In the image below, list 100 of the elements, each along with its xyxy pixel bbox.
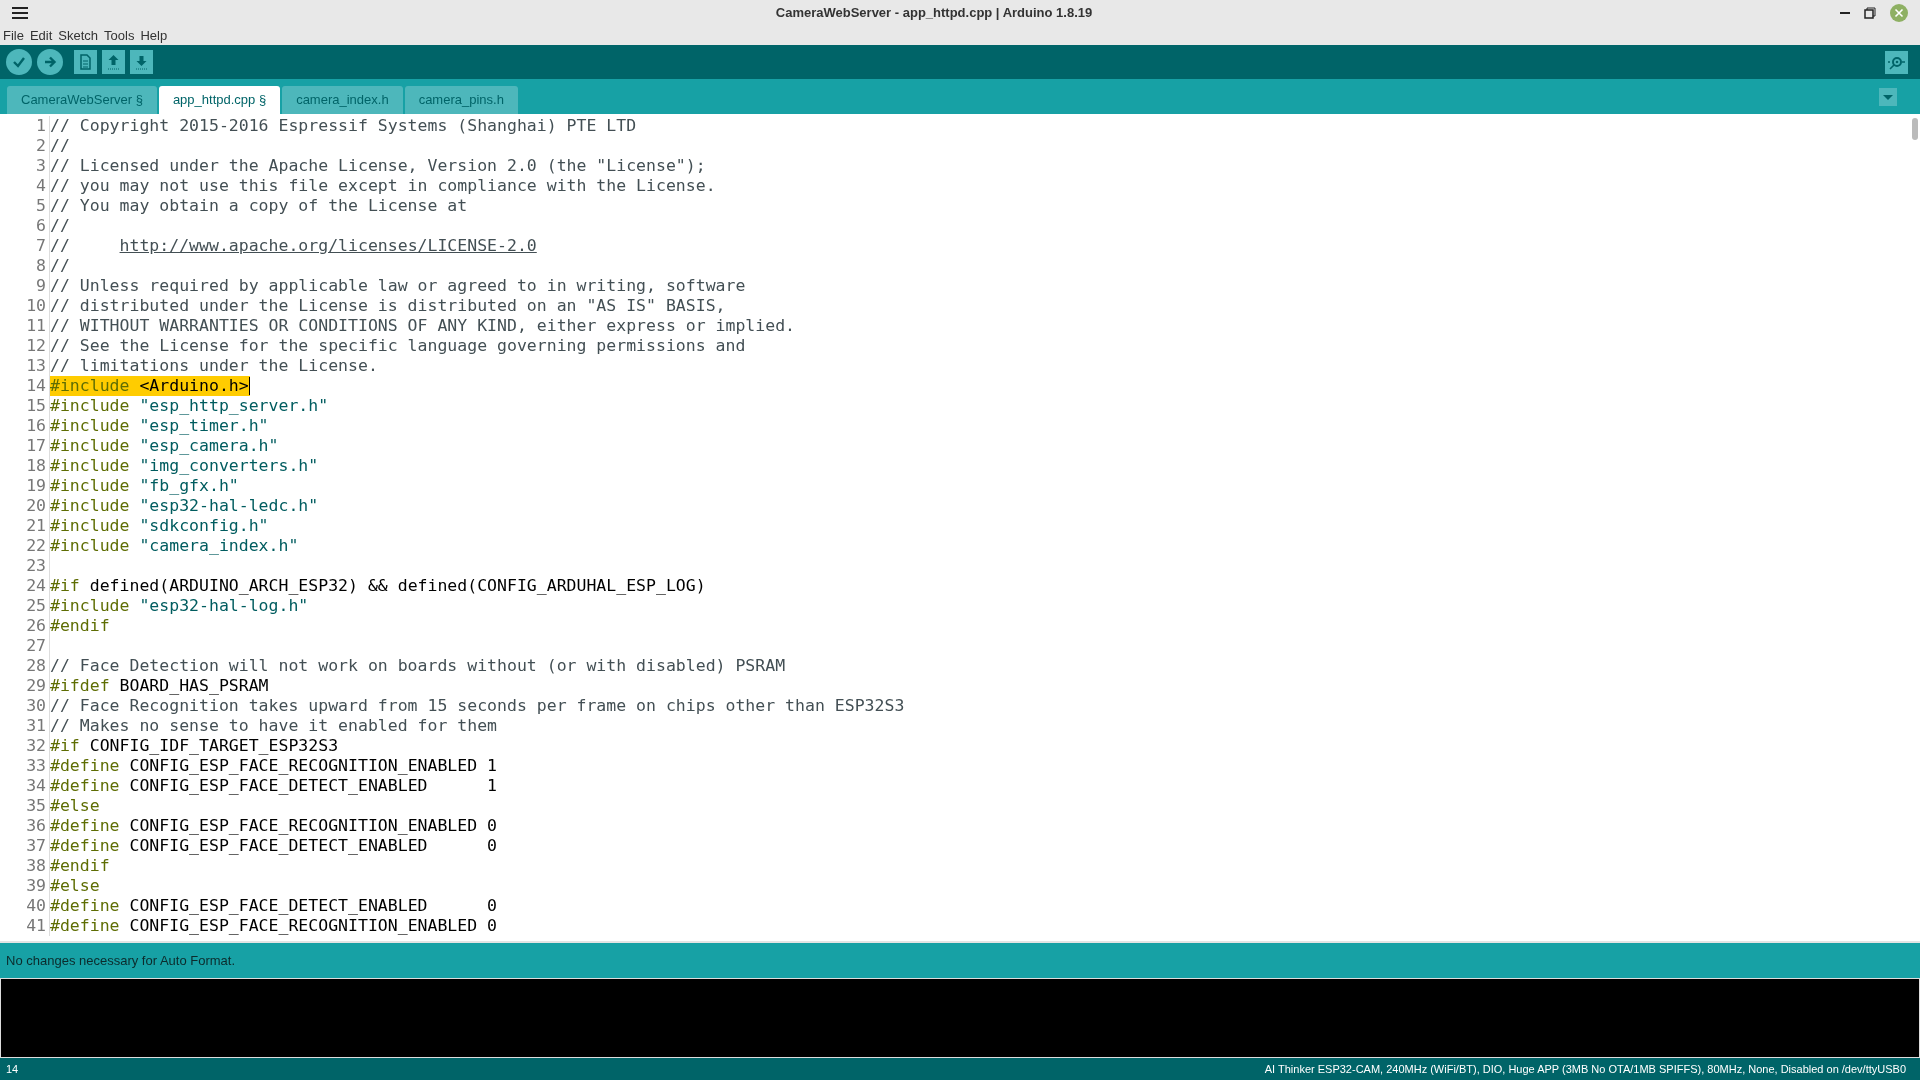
code-text: #if <box>50 736 80 756</box>
line-number: 19 <box>0 476 50 496</box>
code-text: // <box>50 256 70 276</box>
code-text: #include <box>50 456 130 476</box>
code-text: "img_converters.h" <box>138 456 319 476</box>
new-file-icon[interactable] <box>74 50 97 74</box>
code-text: #define <box>50 916 120 936</box>
line-number: 32 <box>0 736 50 756</box>
minimize-icon[interactable] <box>1840 11 1850 14</box>
line-number: 15 <box>0 396 50 416</box>
menu-icon[interactable] <box>12 5 28 20</box>
menu-item[interactable]: File <box>3 25 24 45</box>
save-icon[interactable] <box>130 50 153 74</box>
code-text: #include <box>50 396 130 416</box>
line-number: 2 <box>0 136 50 156</box>
scrollbar-thumb[interactable] <box>1911 118 1918 140</box>
line-number: 34 <box>0 776 50 796</box>
code-text: #include <box>50 516 130 536</box>
line-number: 18 <box>0 456 50 476</box>
menu-item[interactable]: Help <box>140 25 168 45</box>
line-number: 30 <box>0 696 50 716</box>
window-title: CameraWebServer - app_httpd.cpp | Arduino 1.8.19 <box>775 4 1093 22</box>
code-text: #include <box>50 596 130 616</box>
line-number: 25 <box>0 596 50 616</box>
code-text: <Arduino.h> <box>138 376 249 396</box>
code-text: // <box>50 136 70 156</box>
code-text: "esp_camera.h" <box>138 436 279 456</box>
line-number: 22 <box>0 536 50 556</box>
code-text: "esp_http_server.h" <box>138 396 329 416</box>
code-text: CONFIG_ESP_FACE_DETECT_ENABLED 0 <box>128 896 498 916</box>
code-text: #include <box>50 496 130 516</box>
line-number: 29 <box>0 676 50 696</box>
line-number: 40 <box>0 896 50 916</box>
code-text: #include <box>50 476 130 496</box>
line-number: 36 <box>0 816 50 836</box>
tab-menu-icon[interactable] <box>1879 88 1897 106</box>
editor-tab[interactable]: app_httpd.cpp § <box>158 86 281 114</box>
upload-icon[interactable] <box>37 49 63 75</box>
status-message: No changes necessary for Auto Format. <box>6 951 236 970</box>
close-icon[interactable] <box>1890 3 1908 22</box>
code-text: // Licensed under the Apache License, Version 2.0 (the "License"); <box>50 156 706 176</box>
line-number: 41 <box>0 916 50 936</box>
code-text: // <box>50 216 70 236</box>
code-text: "esp32-hal-log.h" <box>138 596 309 616</box>
line-number: 27 <box>0 636 50 656</box>
menu-item[interactable]: Sketch <box>58 25 99 45</box>
maximize-icon[interactable] <box>1864 6 1876 19</box>
line-number: 20 <box>0 496 50 516</box>
code-text: // <box>50 236 71 256</box>
menu-item[interactable]: Tools <box>104 25 135 45</box>
code-text: "fb_gfx.h" <box>138 476 239 496</box>
line-number: 11 <box>0 316 50 336</box>
code-text: #define <box>50 896 120 916</box>
code-text: CONFIG_ESP_FACE_RECOGNITION_ENABLED 0 <box>128 816 498 836</box>
board-info: AI Thinker ESP32-CAM, 240MHz (WiFi/BT), DIO, Huge APP (3MB No OTA/1MB SPIFFS), 80MHz, None, Disabled on /dev/ttyUSB0 <box>1264 1061 1906 1077</box>
code-text: #define <box>50 776 120 796</box>
line-number: 10 <box>0 296 50 316</box>
line-number: 39 <box>0 876 50 896</box>
line-number: 31 <box>0 716 50 736</box>
line-number: 38 <box>0 856 50 876</box>
text-caret <box>248 377 250 395</box>
line-number: 7 <box>0 236 50 256</box>
code-text: // Unless required by applicable law or agreed to in writing, software <box>50 276 746 296</box>
line-number: 35 <box>0 796 50 816</box>
code-text: defined(ARDUINO_ARCH_ESP32) && defined(CONFIG_ARDUHAL_ESP_LOG) <box>88 576 706 596</box>
code-text: #define <box>50 756 120 776</box>
code-text: // Face Detection will not work on boards without (or with disabled) PSRAM <box>50 656 786 676</box>
menu-item[interactable]: Edit <box>29 25 53 45</box>
code-text: #include <box>50 416 130 436</box>
code-text: // Makes no sense to have it enabled for them <box>50 716 498 736</box>
line-number: 21 <box>0 516 50 536</box>
code-text: CONFIG_IDF_TARGET_ESP32S3 <box>88 736 339 756</box>
open-icon[interactable] <box>102 50 125 74</box>
code-text: // Face Recognition takes upward from 15 seconds per frame on chips other than ESP32S3 <box>50 696 905 716</box>
line-number: 13 <box>0 356 50 376</box>
code-text: "esp_timer.h" <box>138 416 269 436</box>
line-number: 12 <box>0 336 50 356</box>
line-number: 6 <box>0 216 50 236</box>
code-text: CONFIG_ESP_FACE_RECOGNITION_ENABLED 1 <box>128 756 498 776</box>
code-link[interactable]: http://www.apache.org/licenses/LICENSE-2.0 <box>119 236 537 256</box>
code-text: #endif <box>50 616 110 636</box>
code-text: #define <box>50 836 120 856</box>
line-number: 16 <box>0 416 50 436</box>
line-number: 5 <box>0 196 50 216</box>
code-text: // limitations under the License. <box>50 356 378 376</box>
code-text: // distributed under the License is distributed on an "AS IS" BASIS, <box>50 296 726 316</box>
code-text: "esp32-hal-ledc.h" <box>138 496 319 516</box>
code-text: #include <box>50 376 130 396</box>
verify-icon[interactable] <box>6 49 32 75</box>
line-number-status: 14 <box>6 1061 19 1077</box>
code-text: #ifdef <box>50 676 110 696</box>
code-text: #include <box>50 536 130 556</box>
line-number: 8 <box>0 256 50 276</box>
code-text: #include <box>50 436 130 456</box>
line-number: 3 <box>0 156 50 176</box>
code-text: // WITHOUT WARRANTIES OR CONDITIONS OF ANY KIND, either express or implied. <box>50 316 796 336</box>
line-number: 4 <box>0 176 50 196</box>
line-number: 23 <box>0 556 50 576</box>
serial-monitor-icon[interactable] <box>1885 50 1908 74</box>
line-number: 9 <box>0 276 50 296</box>
